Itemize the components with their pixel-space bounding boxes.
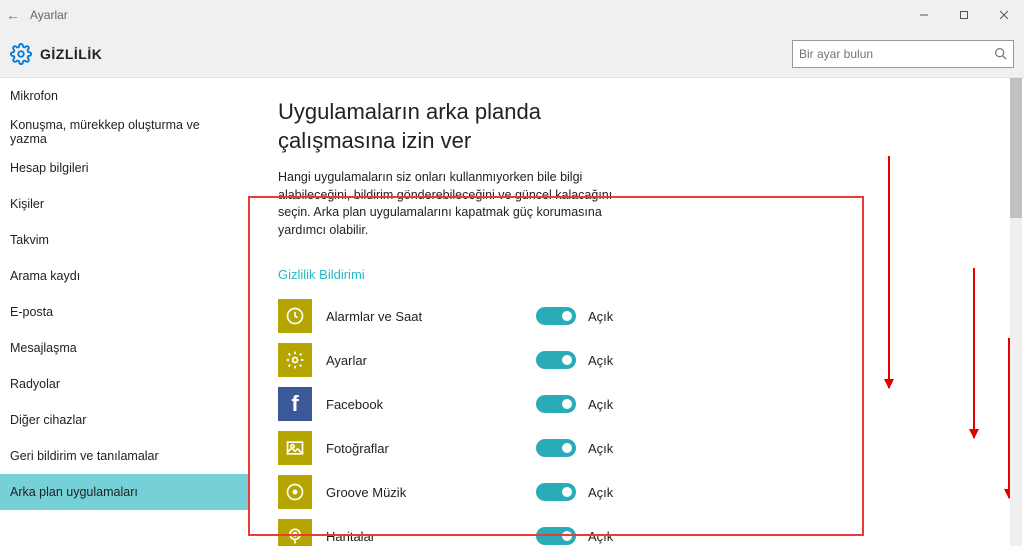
sidebar-item-label: Hesap bilgileri — [10, 161, 89, 175]
sidebar-item[interactable]: Mesajlaşma — [0, 330, 248, 366]
fb-icon: f — [278, 387, 312, 421]
window-title: Ayarlar — [26, 8, 68, 22]
app-row: Alarmlar ve Saat Açık — [278, 294, 1024, 338]
app-list: Alarmlar ve Saat Açık Ayarlar Açık f Facebook… — [278, 294, 1024, 546]
sidebar-item[interactable]: Geri bildirim ve tanılamalar — [0, 438, 248, 474]
sidebar-item-label: Arama kaydı — [10, 269, 80, 283]
sidebar-item-label: Arka plan uygulamaları — [10, 485, 138, 499]
scrollbar-thumb[interactable] — [1010, 78, 1022, 218]
sidebar-item-label: Radyolar — [10, 377, 60, 391]
sidebar-item-label: Geri bildirim ve tanılamalar — [10, 449, 159, 463]
sidebar-item[interactable]: Arama kaydı — [0, 258, 248, 294]
content-pane: Uygulamaların arka planda çalışmasına iz… — [248, 78, 1024, 546]
app-row: f Facebook Açık — [278, 382, 1024, 426]
page-title: GİZLİLİK — [40, 46, 102, 62]
sidebar-item[interactable]: E-posta — [0, 294, 248, 330]
toggle-state-label: Açık — [588, 529, 613, 544]
toggle-state-label: Açık — [588, 441, 613, 456]
privacy-link[interactable]: Gizlilik Bildirimi — [278, 267, 1024, 282]
annotation-arrow — [888, 156, 890, 388]
search-icon — [994, 47, 1007, 60]
toggle-state-label: Açık — [588, 353, 613, 368]
app-name-label: Fotoğraflar — [326, 441, 536, 456]
toggle-state-label: Açık — [588, 485, 613, 500]
music-icon — [278, 475, 312, 509]
app-name-label: Haritalar — [326, 529, 536, 544]
search-box[interactable] — [792, 40, 1014, 68]
app-name-label: Alarmlar ve Saat — [326, 309, 536, 324]
sidebar-item[interactable]: Konuşma, mürekkep oluşturma ve yazma — [0, 114, 248, 150]
maps-icon — [278, 519, 312, 546]
header: GİZLİLİK — [0, 30, 1024, 78]
app-row: Fotoğraflar Açık — [278, 426, 1024, 470]
app-toggle[interactable] — [536, 483, 576, 501]
close-button[interactable] — [984, 0, 1024, 30]
search-input[interactable] — [799, 47, 994, 61]
app-row: Haritalar Açık — [278, 514, 1024, 546]
app-name-label: Groove Müzik — [326, 485, 536, 500]
sidebar-item[interactable]: Kişiler — [0, 186, 248, 222]
sidebar-item[interactable]: Mikrofon — [0, 78, 248, 114]
back-button[interactable]: ← — [0, 7, 26, 23]
clock-icon — [278, 299, 312, 333]
gear-icon — [278, 343, 312, 377]
app-toggle[interactable] — [536, 395, 576, 413]
photos-icon — [278, 431, 312, 465]
section-heading: Uygulamaların arka planda çalışmasına iz… — [278, 98, 648, 155]
annotation-arrow — [973, 268, 975, 438]
app-toggle[interactable] — [536, 351, 576, 369]
sidebar-item-label: Kişiler — [10, 197, 44, 211]
gear-icon — [10, 43, 32, 65]
sidebar-item[interactable]: Takvim — [0, 222, 248, 258]
sidebar-item-label: Konuşma, mürekkep oluşturma ve yazma — [10, 118, 238, 146]
app-toggle[interactable] — [536, 439, 576, 457]
sidebar-item[interactable]: Arka plan uygulamaları — [0, 474, 248, 510]
app-toggle[interactable] — [536, 307, 576, 325]
titlebar: ← Ayarlar — [0, 0, 1024, 30]
sidebar-item[interactable]: Radyolar — [0, 366, 248, 402]
app-name-label: Ayarlar — [326, 353, 536, 368]
app-row: Groove Müzik Açık — [278, 470, 1024, 514]
toggle-state-label: Açık — [588, 397, 613, 412]
sidebar-item-label: Mesajlaşma — [10, 341, 77, 355]
sidebar-item-label: E-posta — [10, 305, 53, 319]
sidebar: Mikrofon Konuşma, mürekkep oluşturma ve y… — [0, 78, 248, 546]
window-controls — [904, 0, 1024, 30]
app-name-label: Facebook — [326, 397, 536, 412]
app-row: Ayarlar Açık — [278, 338, 1024, 382]
section-description: Hangi uygulamaların siz onları kullanmıy… — [278, 169, 638, 239]
app-toggle[interactable] — [536, 527, 576, 545]
sidebar-item-label: Mikrofon — [10, 89, 58, 103]
toggle-state-label: Açık — [588, 309, 613, 324]
sidebar-item-label: Diğer cihazlar — [10, 413, 86, 427]
sidebar-item-label: Takvim — [10, 233, 49, 247]
minimize-button[interactable] — [904, 0, 944, 30]
sidebar-item[interactable]: Hesap bilgileri — [0, 150, 248, 186]
maximize-button[interactable] — [944, 0, 984, 30]
sidebar-item[interactable]: Diğer cihazlar — [0, 402, 248, 438]
